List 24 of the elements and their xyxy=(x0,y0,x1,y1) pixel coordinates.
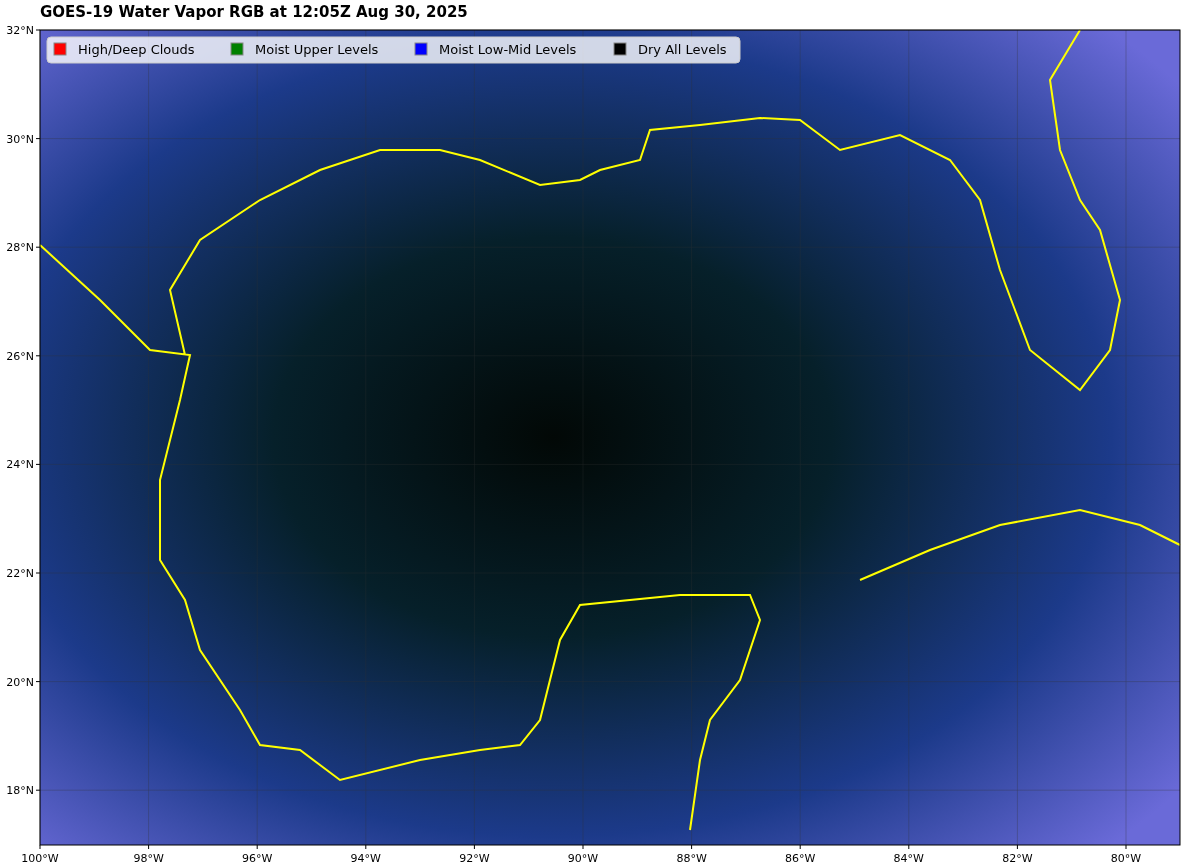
latitude-label: 22°N xyxy=(6,567,34,580)
latitude-label: 32°N xyxy=(6,24,34,37)
latitude-label: 24°N xyxy=(6,458,34,472)
legend-label: Dry All Levels xyxy=(638,42,727,57)
longitude-label: 88°W xyxy=(676,852,707,865)
legend-label: Moist Low-Mid Levels xyxy=(439,42,577,57)
legend-label: High/Deep Clouds xyxy=(78,42,195,57)
longitude-label: 100°W xyxy=(21,852,59,865)
latitude-label: 20°N xyxy=(6,675,34,689)
longitude-label: 84°W xyxy=(893,852,924,865)
longitude-label: 82°W xyxy=(1002,852,1033,865)
longitude-label: 98°W xyxy=(133,852,164,865)
longitude-label: 94°W xyxy=(350,852,381,865)
latitude-label: 26°N xyxy=(6,349,34,363)
longitude-label: 90°W xyxy=(567,852,599,865)
longitude-label: 80°W xyxy=(1110,852,1142,865)
figure-title: GOES-19 Water Vapor RGB at 12:05Z Aug 30, 2025 xyxy=(39,2,469,20)
longitude-label: 96°W xyxy=(242,852,273,865)
latitude-label: 28°N xyxy=(6,241,34,255)
legend-label: Moist Upper Levels xyxy=(255,42,379,57)
longitude-label: 92°W xyxy=(459,852,490,865)
latitude-label: 18°N xyxy=(6,784,34,798)
longitude-label: 86°W xyxy=(785,852,816,865)
latitude-label: 30°N xyxy=(6,132,34,146)
